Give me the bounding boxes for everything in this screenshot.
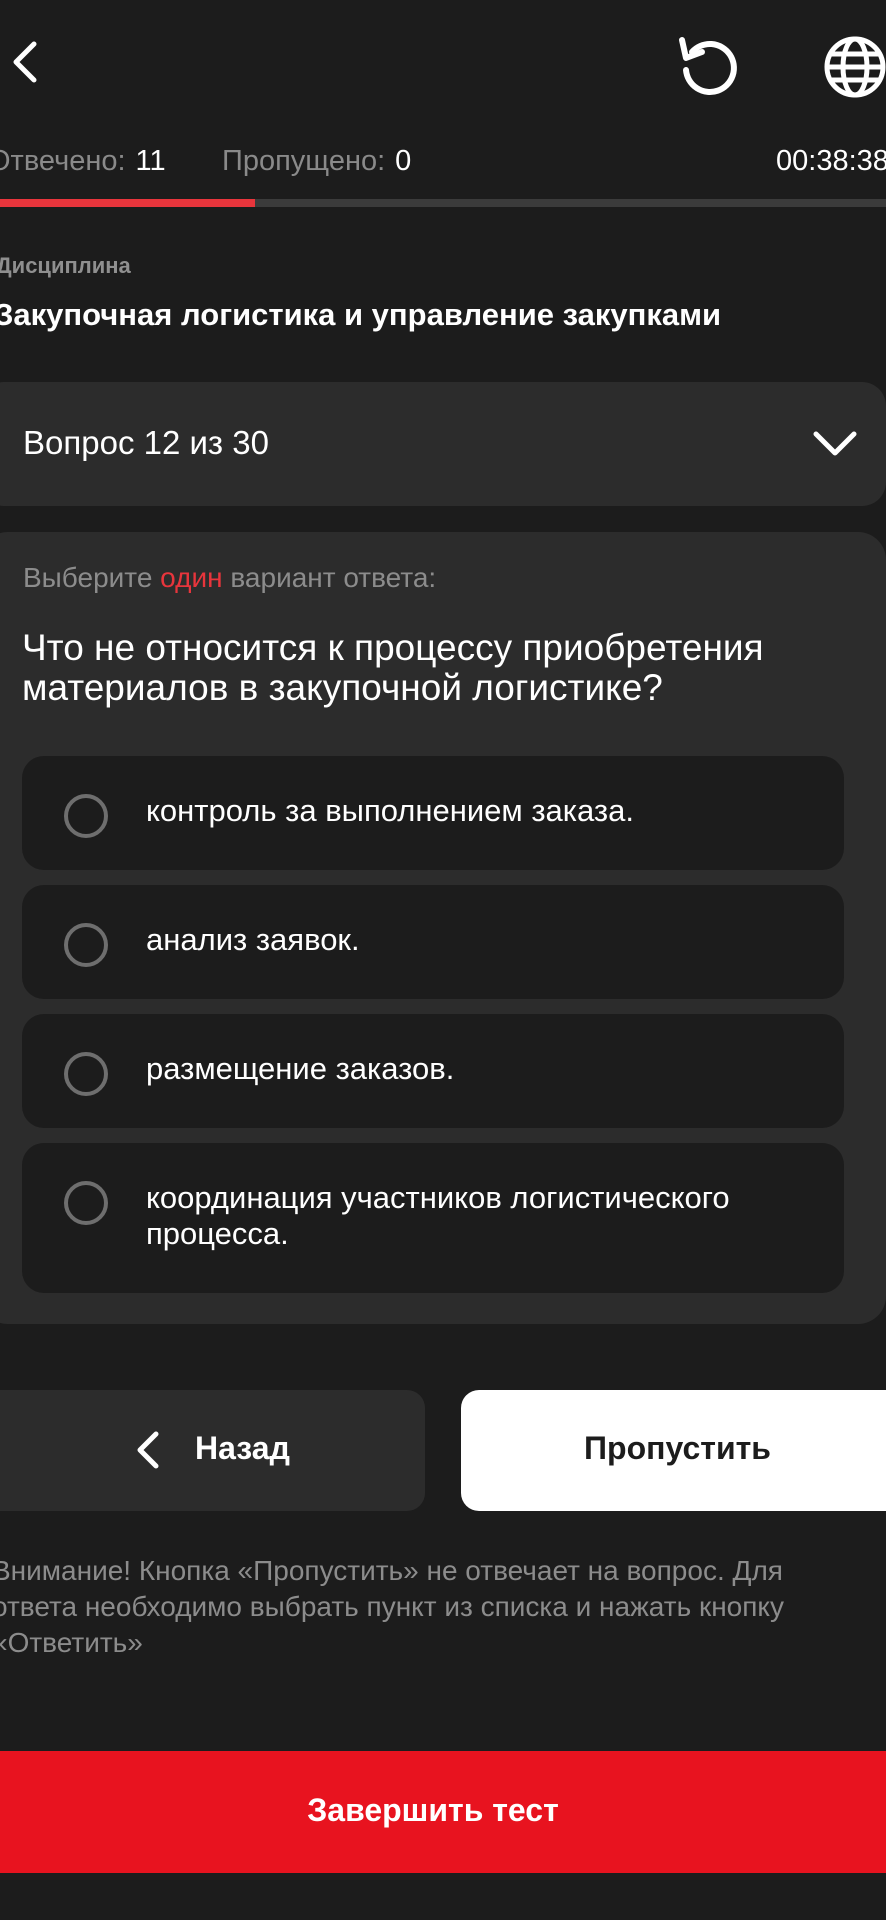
discipline-name: Закупочная логистика и управление закупк…: [0, 297, 722, 332]
answer-option-label: координация участников логистического пр…: [146, 1180, 730, 1251]
answer-option-label: контроль за выполнением заказа.: [146, 793, 634, 828]
answer-option-label: анализ заявок.: [146, 922, 360, 957]
radio-button[interactable]: [64, 1052, 108, 1096]
back-button-label: Назад: [195, 1430, 290, 1466]
chevron-down-icon: [808, 420, 862, 468]
chevron-left-icon: [132, 1428, 162, 1472]
radio-button[interactable]: [64, 1181, 108, 1225]
answer-option[interactable]: анализ заявок.: [22, 885, 844, 999]
question-text: Что не относится к процессу приобретения…: [22, 627, 764, 708]
finish-test-button-label: Завершить тест: [307, 1792, 559, 1828]
back-button[interactable]: Назад: [0, 1390, 425, 1511]
answer-option[interactable]: контроль за выполнением заказа.: [22, 756, 844, 870]
timer: 00:38:38: [776, 145, 886, 177]
answer-option[interactable]: размещение заказов.: [22, 1014, 844, 1128]
answer-option[interactable]: координация участников логистического пр…: [22, 1143, 844, 1293]
radio-button[interactable]: [64, 794, 108, 838]
finish-test-button[interactable]: Завершить тест: [0, 1751, 886, 1873]
answered-value: 11: [135, 145, 166, 177]
skipped-value: 0: [395, 145, 412, 177]
instruction-accent: один: [160, 562, 223, 593]
question-selector[interactable]: Вопрос 12 из 30: [0, 382, 886, 506]
progress-bar-fill: [0, 199, 255, 207]
answered-counter: Отвечено: 11: [0, 145, 166, 178]
question-selector-label: Вопрос 12 из 30: [23, 424, 269, 461]
globe-icon[interactable]: [820, 32, 886, 102]
reset-icon[interactable]: [672, 30, 744, 102]
progress-bar: [0, 199, 886, 207]
top-bar: [0, 0, 886, 130]
answer-option-label: размещение заказов.: [146, 1051, 455, 1086]
answered-label: Отвечено:: [0, 145, 126, 177]
test-stats: Отвечено: 11 Пропущено: 0 00:38:38: [0, 145, 886, 185]
skip-button[interactable]: Пропустить: [461, 1390, 886, 1511]
chevron-left-icon[interactable]: [4, 32, 48, 92]
skipped-counter: Пропущено: 0: [222, 145, 411, 178]
question-card: Выберите один вариант ответа: Что не отн…: [0, 532, 886, 1324]
discipline-label: Дисциплина: [0, 253, 131, 278]
radio-button[interactable]: [64, 923, 108, 967]
skip-notice: Внимание! Кнопка «Пропустить» не отвечае…: [0, 1555, 784, 1658]
instruction-prefix: Выберите: [23, 562, 153, 593]
instruction-suffix: вариант ответа:: [230, 562, 437, 593]
skip-button-label: Пропустить: [584, 1430, 771, 1466]
answer-instruction: Выберите один вариант ответа:: [23, 562, 436, 594]
skipped-label: Пропущено:: [222, 145, 386, 177]
